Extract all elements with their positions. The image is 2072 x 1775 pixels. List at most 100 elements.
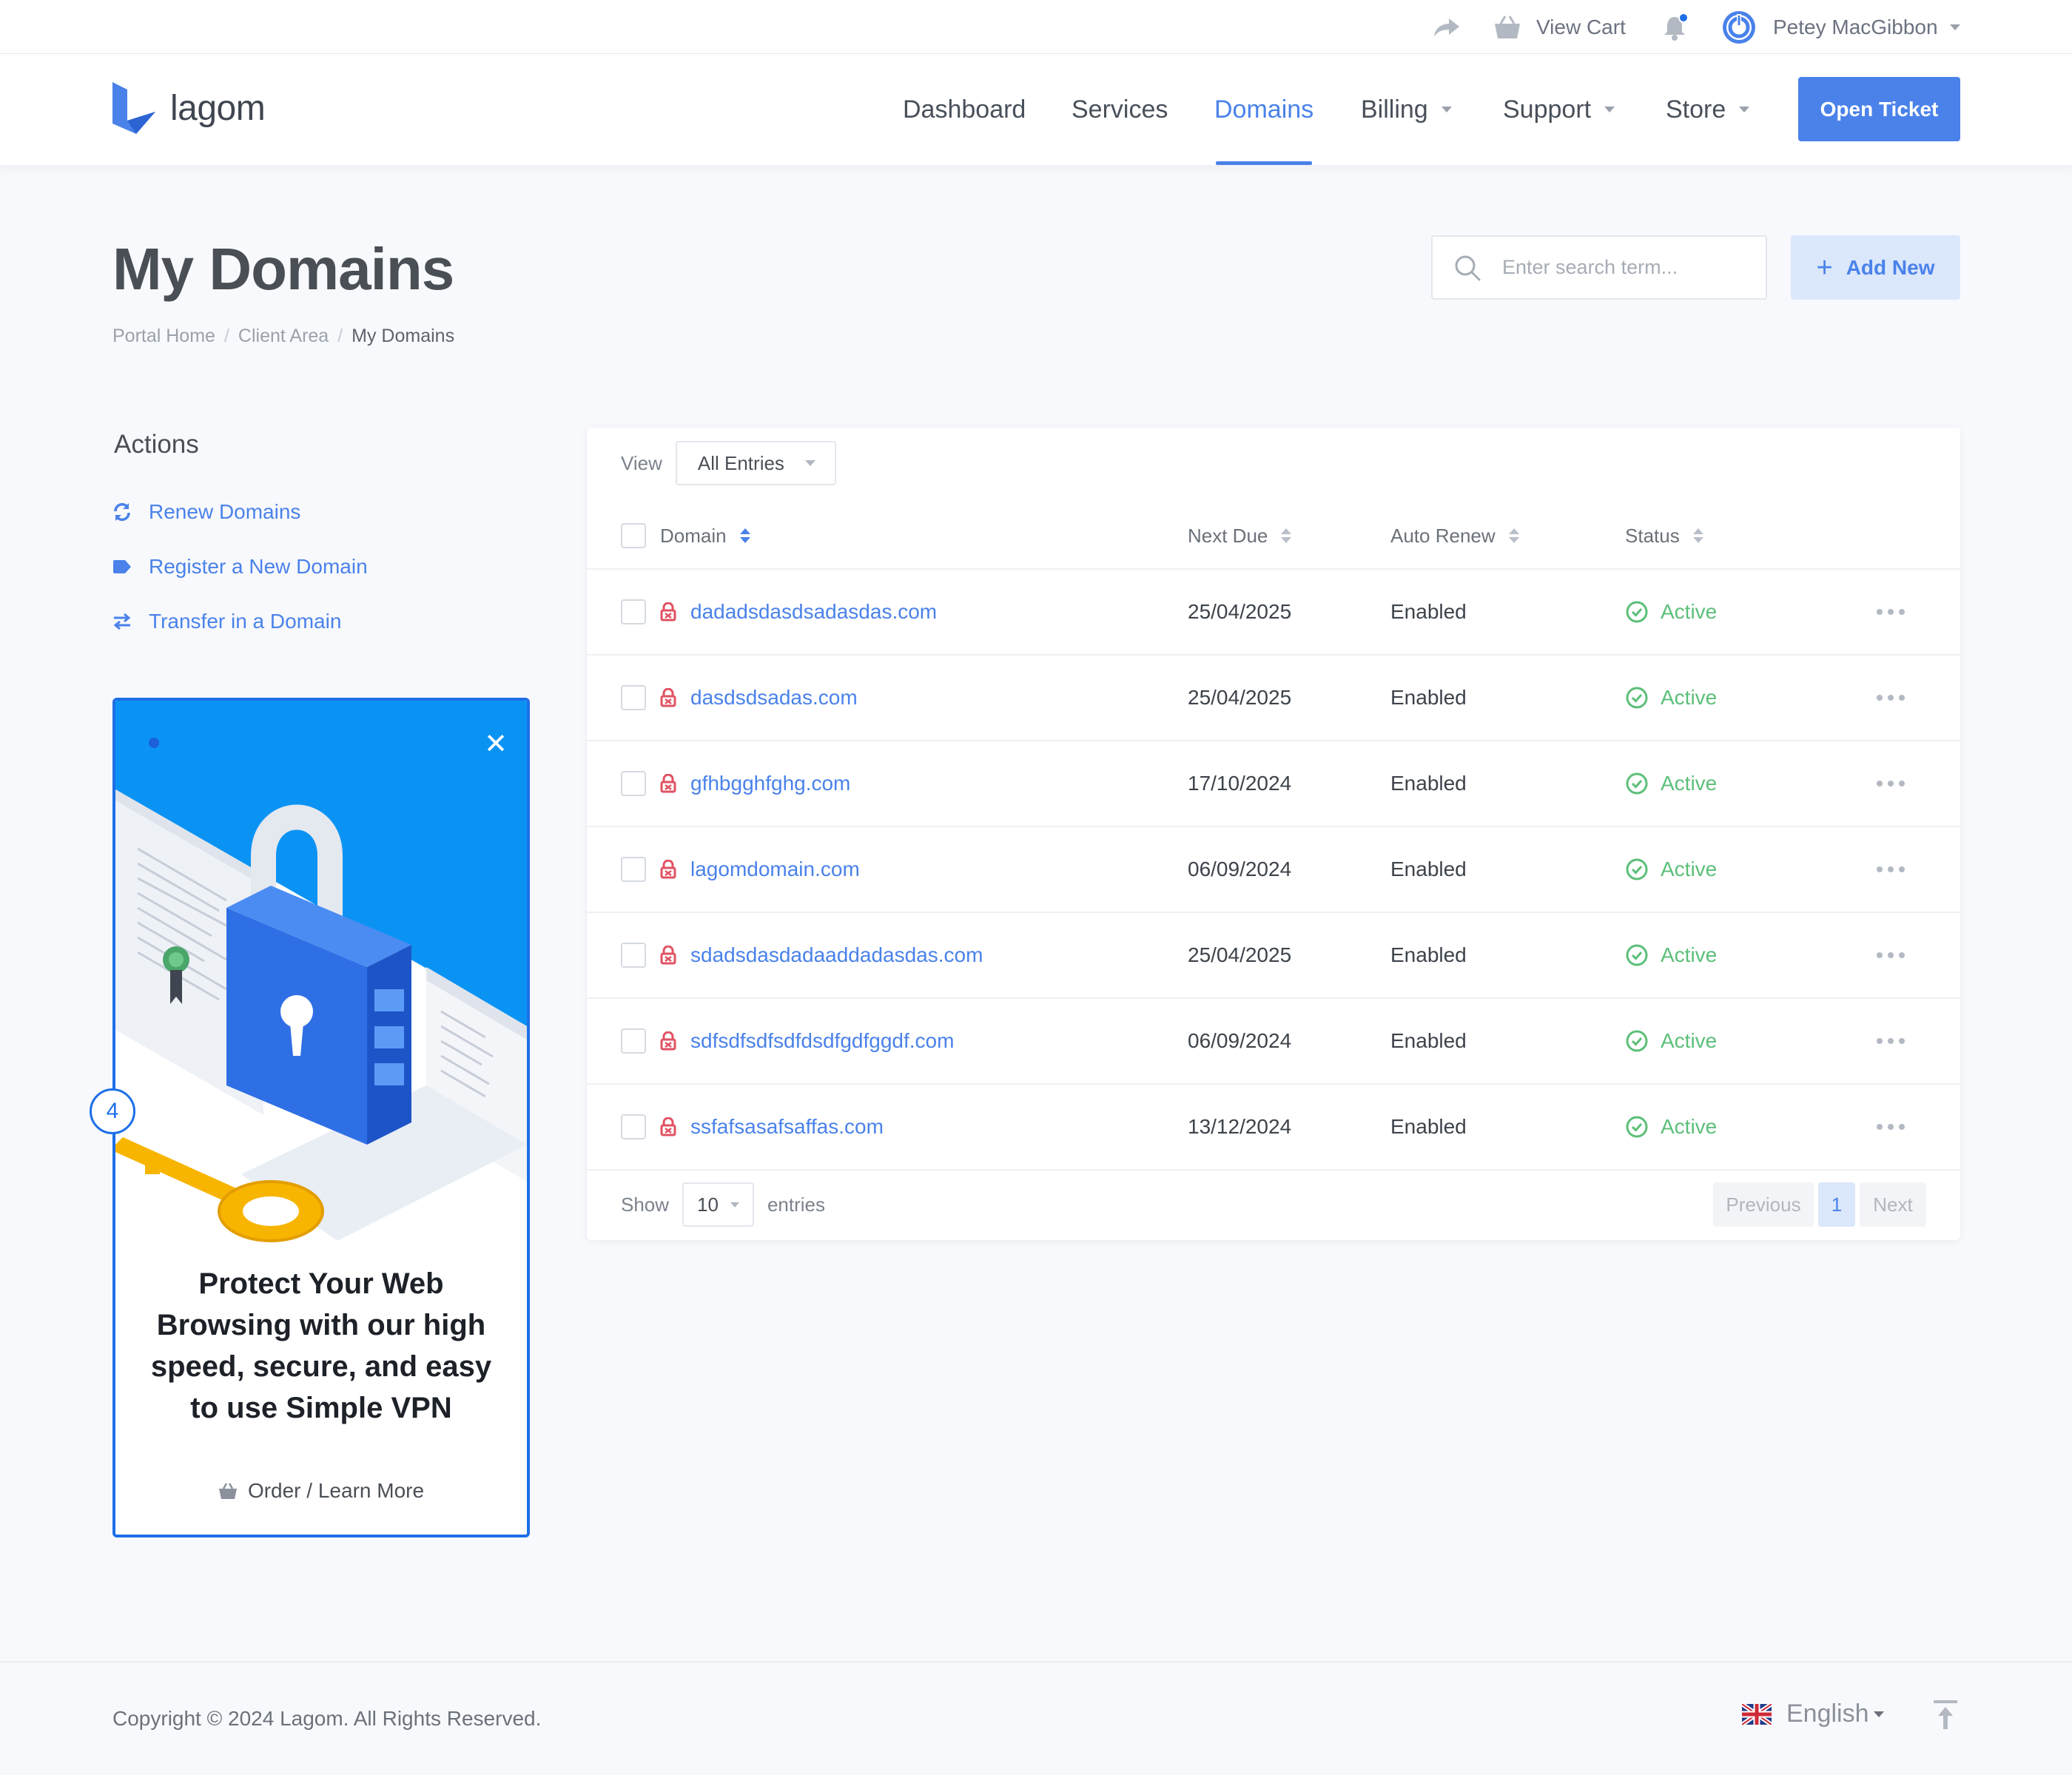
tag-icon <box>112 559 132 574</box>
transfer-domain-link[interactable]: Transfer in a Domain <box>112 610 341 633</box>
domain-link[interactable]: dadadsdasdsadasdas.com <box>690 570 937 654</box>
domain-link[interactable]: gfhbgghfghg.com <box>690 741 850 826</box>
chevron-down-icon <box>730 1202 739 1208</box>
sort-icon <box>1508 528 1519 543</box>
more-options-icon[interactable] <box>1876 656 1906 740</box>
nav-dashboard[interactable]: Dashboard <box>903 54 1026 165</box>
back-to-top-icon[interactable] <box>1933 1700 1958 1734</box>
domain-link[interactable]: ssfafsasafsaffas.com <box>690 1085 884 1169</box>
close-icon[interactable]: ✕ <box>484 730 508 758</box>
search-input[interactable] <box>1502 256 1746 279</box>
table-row: sdfsdfsdfsdfdsdfgdfggdf.com 06/09/2024 Ena… <box>587 999 1960 1085</box>
notifications-bell-icon[interactable] <box>1661 0 1690 54</box>
next-due-date: 17/10/2024 <box>1188 772 1292 795</box>
domain-link[interactable]: sdfsdfsdfsdfdsdfgdfggdf.com <box>690 999 954 1083</box>
chevron-down-icon <box>1739 107 1750 112</box>
promo-order-link[interactable]: Order / Learn More <box>115 1479 527 1503</box>
sort-icon <box>1692 528 1703 543</box>
column-status[interactable]: Status <box>1625 502 1703 570</box>
select-all-checkbox-cell <box>621 502 646 570</box>
register-domain-link[interactable]: Register a New Domain <box>112 555 368 579</box>
more-options-icon[interactable] <box>1876 741 1906 826</box>
column-status-label: Status <box>1625 524 1680 547</box>
check-circle-icon <box>1625 943 1649 967</box>
page-1-button[interactable]: 1 <box>1818 1182 1855 1227</box>
lock-icon <box>660 999 676 1083</box>
open-ticket-button[interactable]: Open Ticket <box>1798 77 1960 141</box>
share-icon[interactable] <box>1433 0 1461 54</box>
previous-page-button[interactable]: Previous <box>1713 1182 1814 1227</box>
search-field[interactable] <box>1431 235 1767 300</box>
domain-link[interactable]: sdadsdasdadaaddadasdas.com <box>690 913 983 997</box>
row-checkbox[interactable] <box>621 1028 646 1054</box>
domains-table-panel: View All Entries Domain Next Due Auto Re… <box>587 428 1960 1240</box>
column-auto-renew-label: Auto Renew <box>1390 524 1496 547</box>
footer: Copyright © 2024 Lagom. All Rights Reser… <box>0 1661 2072 1775</box>
auto-renew-value: Enabled <box>1390 943 1467 966</box>
check-circle-icon <box>1625 772 1649 795</box>
table-header: Domain Next Due Auto Renew Status <box>587 502 1960 570</box>
nav-services[interactable]: Services <box>1072 54 1168 165</box>
view-filter-select[interactable]: All Entries <box>675 441 836 485</box>
check-circle-icon <box>1625 686 1649 710</box>
chevron-down-icon <box>1949 24 1960 30</box>
more-options-icon[interactable] <box>1876 1085 1906 1169</box>
nav-support[interactable]: Support <box>1503 54 1615 165</box>
row-checkbox-cell <box>621 656 646 740</box>
lock-icon <box>660 656 676 740</box>
breadcrumb-portal-home[interactable]: Portal Home <box>112 326 215 347</box>
domain-link[interactable]: lagomdomain.com <box>690 827 860 912</box>
next-due-date: 25/04/2025 <box>1188 600 1292 623</box>
breadcrumb-client-area[interactable]: Client Area <box>238 326 329 347</box>
renew-domains-link[interactable]: Renew Domains <box>112 500 300 524</box>
more-options-icon[interactable] <box>1876 913 1906 997</box>
lock-icon <box>660 913 676 997</box>
row-checkbox[interactable] <box>621 857 646 882</box>
nav-domains[interactable]: Domains <box>1214 54 1314 165</box>
transfer-domain-label: Transfer in a Domain <box>149 610 342 633</box>
nav-billing[interactable]: Billing <box>1361 54 1452 165</box>
brand-logo[interactable]: lagom <box>111 79 266 137</box>
page-size-select[interactable]: 10 <box>682 1182 754 1227</box>
row-checkbox[interactable] <box>621 1114 646 1139</box>
pagination: Previous 1 Next <box>1713 1182 1926 1227</box>
add-new-button[interactable]: + Add New <box>1791 235 1960 300</box>
domain-link[interactable]: dasdsdsadas.com <box>690 656 858 740</box>
status-badge: Active <box>1625 999 1717 1083</box>
search-icon <box>1455 255 1481 280</box>
row-checkbox[interactable] <box>621 599 646 624</box>
breadcrumb: Portal Home / Client Area / My Domains <box>112 326 454 347</box>
more-options-icon[interactable] <box>1876 827 1906 912</box>
page-size-value: 10 <box>697 1193 719 1216</box>
nav-store[interactable]: Store <box>1666 54 1750 165</box>
select-all-checkbox[interactable] <box>621 523 646 548</box>
column-auto-renew[interactable]: Auto Renew <box>1390 502 1519 570</box>
status-badge: Active <box>1625 570 1717 654</box>
next-page-button[interactable]: Next <box>1860 1182 1926 1227</box>
promo-card-vpn[interactable]: ✕ Protect Your Web Browsing with our hig… <box>112 698 530 1537</box>
row-checkbox[interactable] <box>621 943 646 968</box>
row-checkbox[interactable] <box>621 771 646 796</box>
column-next-due-label: Next Due <box>1188 524 1268 547</box>
auto-renew-value: Enabled <box>1390 1115 1467 1138</box>
lock-icon <box>660 570 676 654</box>
sort-icon <box>739 528 750 543</box>
row-checkbox[interactable] <box>621 685 646 710</box>
view-cart-link[interactable]: View Cart <box>1493 0 1626 54</box>
more-options-icon[interactable] <box>1876 999 1906 1083</box>
column-domain[interactable]: Domain <box>660 502 750 570</box>
check-circle-icon <box>1625 600 1649 624</box>
copyright: Copyright © 2024 Lagom. All Rights Reser… <box>112 1707 542 1730</box>
user-menu[interactable]: Petey MacGibbon <box>1721 0 1960 54</box>
more-options-icon[interactable] <box>1876 570 1906 654</box>
security-lock-illustration <box>115 701 527 1263</box>
basket-icon <box>1495 15 1520 38</box>
auto-renew-value: Enabled <box>1390 1029 1467 1052</box>
auto-renew-value: Enabled <box>1390 772 1467 795</box>
table-row: lagomdomain.com 06/09/2024 Enabled Active <box>587 827 1960 913</box>
check-circle-icon <box>1625 1115 1649 1139</box>
status-badge: Active <box>1625 827 1717 912</box>
column-next-due[interactable]: Next Due <box>1188 502 1292 570</box>
row-checkbox-cell <box>621 827 646 912</box>
language-selector[interactable]: English <box>1742 1700 1884 1728</box>
